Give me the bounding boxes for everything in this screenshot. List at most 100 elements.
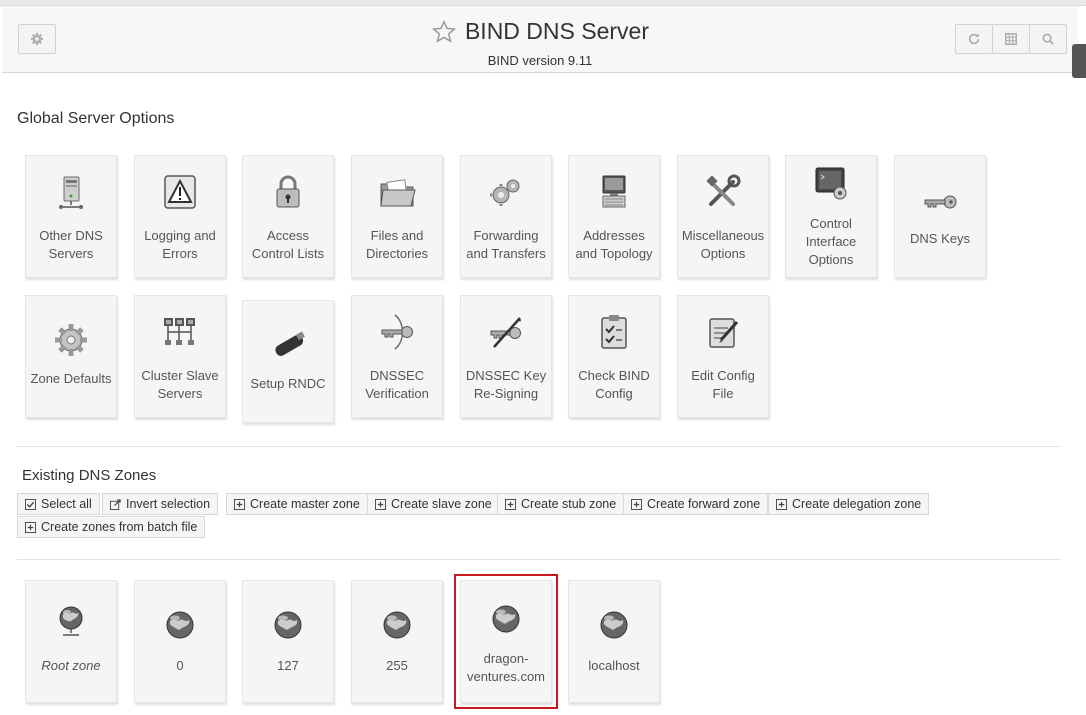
plus-box-icon xyxy=(375,498,386,510)
zone-tile-127[interactable]: 127 xyxy=(242,580,334,703)
create-forward-zone-button[interactable]: Create forward zone xyxy=(623,493,769,515)
zone-tile-255[interactable]: 255 xyxy=(351,580,443,703)
page-header: BIND DNS Server BIND version 9.11 xyxy=(2,6,1078,73)
button-label: Create master zone xyxy=(250,497,360,511)
zone-label: 127 xyxy=(277,658,299,673)
grid-button[interactable] xyxy=(992,24,1030,54)
tile-label: Miscellaneous Options xyxy=(681,228,765,261)
tile-label: DNSSEC Key Re-Signing xyxy=(465,368,547,401)
tile-label: Access Control Lists xyxy=(251,228,325,261)
edit-icon xyxy=(709,318,739,348)
refresh-button[interactable] xyxy=(955,24,993,54)
tile-edit-config-file[interactable]: Edit Config File xyxy=(677,295,769,418)
button-label: Create slave zone xyxy=(391,497,492,511)
button-label: Create delegation zone xyxy=(792,497,922,511)
terminal-icon xyxy=(815,167,847,200)
tile-label: Control Interface Options xyxy=(805,216,857,267)
grid-icon xyxy=(1005,33,1017,45)
folder-icon xyxy=(380,179,416,207)
plus-box-icon xyxy=(234,498,245,510)
zone-tile-localhost[interactable]: localhost xyxy=(568,580,660,703)
select-all-button[interactable]: Select all xyxy=(17,493,100,515)
create-zones-from-batch-button[interactable]: Create zones from batch file xyxy=(17,516,206,538)
zone-label: Root zone xyxy=(41,658,101,673)
search-icon xyxy=(1042,33,1054,45)
plus-box-icon xyxy=(25,521,36,533)
tools-icon xyxy=(706,174,741,206)
section-divider xyxy=(17,559,1061,560)
tile-dns-keys[interactable]: DNS Keys xyxy=(894,155,986,278)
tile-control-interface-options[interactable]: Control Interface Options xyxy=(785,155,877,278)
tile-check-bind-config[interactable]: Check BIND Config xyxy=(568,295,660,418)
tile-other-dns-servers[interactable]: Other DNS Servers xyxy=(25,155,117,278)
page-title: BIND DNS Server xyxy=(464,18,650,44)
zone-tile-0[interactable]: 0 xyxy=(134,580,226,703)
zones-heading: Existing DNS Zones xyxy=(22,467,157,484)
tile-setup-rndc[interactable]: Setup RNDC xyxy=(242,300,334,423)
section-divider xyxy=(17,446,1061,447)
create-delegation-zone-button[interactable]: Create delegation zone xyxy=(768,493,930,515)
key-sign-icon xyxy=(490,317,521,348)
key-verify-icon xyxy=(381,314,413,350)
invert-selection-button[interactable]: Invert selection xyxy=(102,493,219,515)
tile-label: Cluster Slave Servers xyxy=(141,368,219,401)
tile-label: Other DNS Servers xyxy=(39,228,103,261)
tile-label: DNS Keys xyxy=(910,231,970,246)
checklist-icon xyxy=(601,315,627,349)
tile-label: Forwarding and Transfers xyxy=(466,228,546,261)
globe-icon xyxy=(274,611,302,639)
globe-icon xyxy=(383,611,411,639)
tile-label: Addresses and Topology xyxy=(575,228,653,261)
button-label: Create stub zone xyxy=(521,497,617,511)
network-icon xyxy=(164,318,195,345)
star-icon[interactable] xyxy=(431,19,457,45)
page-subtitle: BIND version 9.11 xyxy=(487,52,593,68)
tile-cluster-slave-servers[interactable]: Cluster Slave Servers xyxy=(134,295,226,418)
computer-icon xyxy=(602,175,626,208)
button-label: Create forward zone xyxy=(647,497,761,511)
checkbox-icon xyxy=(25,498,36,510)
tile-miscellaneous-options[interactable]: Miscellaneous Options xyxy=(677,155,769,278)
tile-dnssec-key-resigning[interactable]: DNSSEC Key Re-Signing xyxy=(460,295,552,418)
server-icon xyxy=(59,176,83,209)
refresh-icon xyxy=(968,33,980,45)
create-slave-zone-button[interactable]: Create slave zone xyxy=(367,493,500,515)
tile-access-control-lists[interactable]: Access Control Lists xyxy=(242,155,334,278)
plus-box-icon xyxy=(776,498,787,510)
create-master-zone-button[interactable]: Create master zone xyxy=(226,493,368,515)
tile-label: Edit Config File xyxy=(691,368,755,401)
zone-label: 255 xyxy=(386,658,408,673)
warning-icon xyxy=(164,175,196,209)
zone-label: 0 xyxy=(176,658,184,673)
side-panel-tab[interactable] xyxy=(1072,44,1086,78)
tile-forwarding-and-transfers[interactable]: Forwarding and Transfers xyxy=(460,155,552,278)
button-label: Create zones from batch file xyxy=(41,520,198,534)
globe-network-icon xyxy=(59,606,83,636)
zone-tile-root[interactable]: Root zone xyxy=(25,580,117,703)
tile-dnssec-verification[interactable]: DNSSEC Verification xyxy=(351,295,443,418)
tile-zone-defaults[interactable]: Zone Defaults xyxy=(25,295,117,418)
tile-label: Files and Directories xyxy=(365,228,429,261)
button-label: Invert selection xyxy=(126,497,211,511)
tile-label: Zone Defaults xyxy=(30,371,112,386)
create-stub-zone-button[interactable]: Create stub zone xyxy=(497,493,625,515)
gears-icon xyxy=(490,179,520,206)
tile-files-and-directories[interactable]: Files and Directories xyxy=(351,155,443,278)
tile-addresses-and-topology[interactable]: Addresses and Topology xyxy=(568,155,660,278)
invert-icon xyxy=(110,498,121,510)
plus-box-icon xyxy=(631,498,642,510)
selected-zone-highlight xyxy=(454,574,558,709)
tile-label: Logging and Errors xyxy=(144,228,216,261)
zone-label: localhost xyxy=(588,658,640,673)
globe-icon xyxy=(600,611,628,639)
plus-box-icon xyxy=(505,498,516,510)
tile-label: Check BIND Config xyxy=(578,368,650,401)
tile-label: Setup RNDC xyxy=(250,376,326,391)
globe-icon xyxy=(166,611,194,639)
header-title-block: BIND DNS Server BIND version 9.11 xyxy=(2,18,1078,68)
search-button[interactable] xyxy=(1029,24,1067,54)
tile-label: DNSSEC Verification xyxy=(365,368,429,401)
button-label: Select all xyxy=(41,497,92,511)
padlock-icon xyxy=(276,175,300,208)
tile-logging-and-errors[interactable]: Logging and Errors xyxy=(134,155,226,278)
